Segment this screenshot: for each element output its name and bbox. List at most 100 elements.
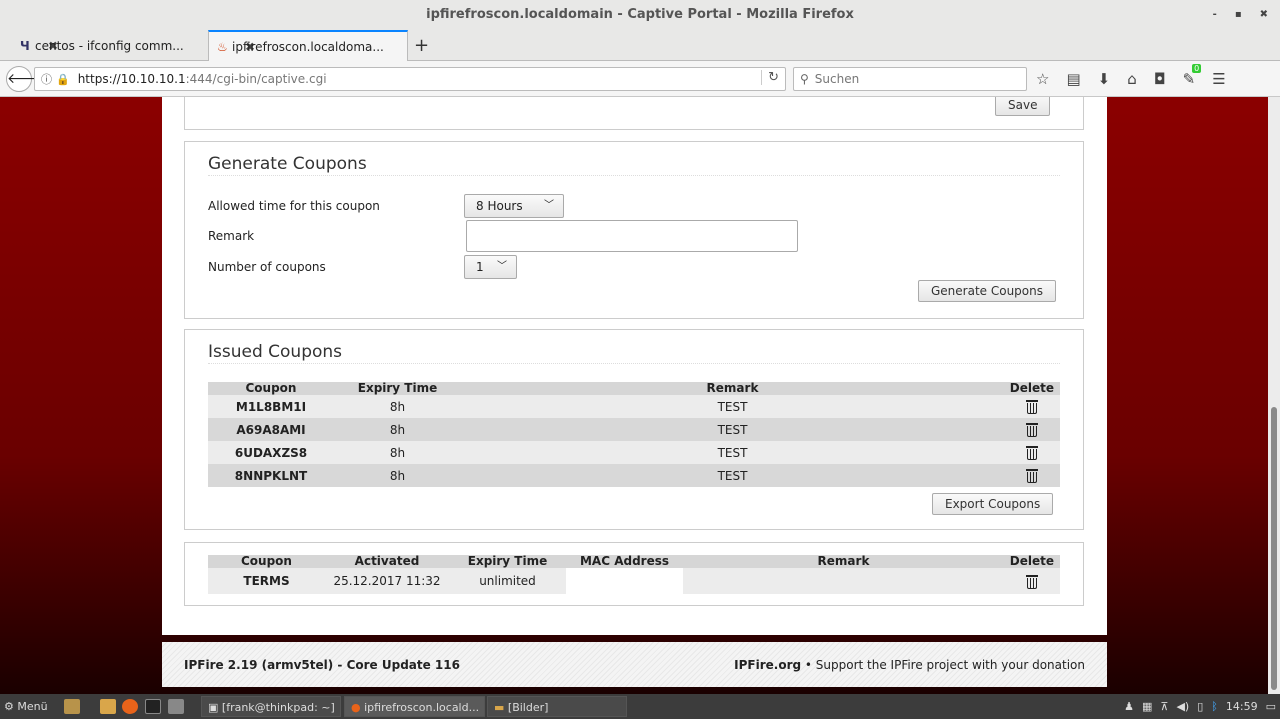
coupon-code: M1L8BM1I — [208, 395, 334, 418]
table-row: 8NNPKLNT 8h TEST — [208, 464, 1060, 487]
remark-input[interactable] — [466, 220, 798, 252]
network-icon[interactable]: ⊼ — [1160, 694, 1168, 719]
close-window-button[interactable]: ✖ — [1260, 0, 1268, 30]
mac-address — [566, 568, 683, 594]
pocket-icon[interactable]: ◘ — [1154, 70, 1166, 88]
coupon-code: TERMS — [208, 568, 325, 594]
addon-badge: 0 — [1192, 64, 1202, 73]
tab-label: ipfirefroscon.localdoma... — [232, 39, 384, 54]
issued-coupons-table: Coupon Expiry Time Remark Delete M1L8BM1… — [208, 382, 1060, 487]
addon-icon[interactable]: ✎ 0 — [1183, 64, 1202, 88]
task-bilder[interactable]: ▬ [Bilder] — [487, 696, 627, 717]
back-arrow-icon[interactable]: 🡐 — [6, 66, 45, 92]
search-input[interactable]: ⚲ Suchen — [793, 67, 1027, 91]
task-label: ipfirefroscon.locald... — [364, 701, 480, 714]
folder-icon: ▬ — [494, 701, 505, 714]
active-coupons-box: Coupon Activated Expiry Time MAC Address… — [184, 542, 1084, 606]
version-text: IPFire 2.19 (armv5tel) - Core Update 116 — [184, 657, 460, 672]
bookmark-star-icon[interactable]: ☆ — [1036, 70, 1049, 88]
search-placeholder: Suchen — [814, 72, 860, 86]
table-header-row: Coupon Activated Expiry Time MAC Address… — [208, 555, 1060, 568]
url-path: :444/cgi-bin/captive.cgi — [185, 72, 327, 86]
table-row: TERMS 25.12.2017 11:32 unlimited — [208, 568, 1060, 594]
scrollbar-thumb[interactable] — [1271, 407, 1277, 690]
user-icon[interactable]: ♟ — [1124, 694, 1134, 719]
battery-icon[interactable]: ▯ — [1197, 694, 1203, 719]
column-header: Coupon — [208, 555, 325, 568]
task-terminal[interactable]: ▣ [frank@thinkpad: ~] — [201, 696, 341, 717]
export-coupons-button[interactable]: Export Coupons — [932, 493, 1054, 515]
generate-coupons-button[interactable]: Generate Coupons — [918, 280, 1057, 302]
column-header: Expiry Time — [449, 555, 566, 568]
tab-bar: Ч centos - ifconfig comm... ✖ ♨ ipfirefr… — [0, 30, 1280, 61]
terminal-launcher-icon[interactable] — [145, 699, 161, 714]
vertical-scrollbar[interactable] — [1268, 97, 1280, 694]
info-icon[interactable]: ⓘ — [41, 71, 52, 87]
tab-ipfire[interactable]: ♨ ipfirefroscon.localdoma... ✖ — [208, 30, 408, 61]
minimize-button[interactable]: - — [1213, 0, 1217, 30]
hamburger-menu-icon[interactable]: ☰ — [1212, 70, 1225, 88]
delete-trash-icon[interactable] — [1026, 468, 1038, 483]
site-favicon-icon: Ч — [20, 38, 30, 53]
folder-launcher-icon[interactable] — [100, 699, 116, 714]
coupon-code: A69A8AMI — [208, 418, 334, 441]
system-tray: ♟ ▦ ⊼ ◀) ▯ ᛒ 14:59 ▭ — [1124, 694, 1276, 719]
expiry-time: 8h — [334, 395, 461, 418]
allowed-time-select[interactable]: 8 Hours ﹀ — [464, 194, 564, 218]
downloads-icon[interactable]: ⬇ — [1098, 70, 1111, 88]
clipboard-icon[interactable]: ▦ — [1142, 694, 1152, 719]
window-controls: - ▪ ✖ — [1213, 0, 1268, 30]
number-of-coupons-value: 1 — [476, 260, 484, 274]
desktop-taskbar: ⚙ Menü ▣ [frank@thinkpad: ~] ● ipfirefro… — [0, 694, 1280, 719]
home-icon[interactable]: ⌂ — [1127, 70, 1137, 88]
bluetooth-icon[interactable]: ᛒ — [1211, 694, 1218, 719]
volume-icon[interactable]: ◀) — [1176, 694, 1189, 719]
column-header: Delete — [1004, 555, 1060, 568]
divider — [208, 363, 1060, 364]
insecure-lock-icon[interactable]: 🔒 — [56, 73, 70, 86]
firefox-launcher-icon[interactable] — [122, 699, 138, 714]
delete-trash-icon[interactable] — [1026, 422, 1038, 437]
activated-time: 25.12.2017 11:32 — [325, 568, 449, 594]
navigation-toolbar: 🡐 ⓘ 🔒 https://10.10.10.1 :444/cgi-bin/ca… — [0, 61, 1280, 97]
tab-centos[interactable]: Ч centos - ifconfig comm... ✖ — [12, 30, 208, 61]
delete-trash-icon[interactable] — [1026, 399, 1038, 414]
issued-coupons-title: Issued Coupons — [208, 342, 343, 362]
issued-coupons-box: Issued Coupons Coupon Expiry Time Remark… — [184, 329, 1084, 530]
maximize-button[interactable]: ▪ — [1235, 0, 1242, 30]
files-launcher-icon[interactable] — [64, 699, 80, 714]
task-firefox[interactable]: ● ipfirefroscon.locald... — [344, 696, 485, 717]
clock[interactable]: 14:59 — [1226, 694, 1258, 719]
app-launcher-icon[interactable] — [168, 699, 184, 714]
tab-label: centos - ifconfig comm... — [35, 38, 184, 53]
table-row: M1L8BM1I 8h TEST — [208, 395, 1060, 418]
search-icon: ⚲ — [800, 72, 809, 86]
show-desktop-icon[interactable]: ▭ — [1266, 694, 1276, 719]
expiry-time: 8h — [334, 418, 461, 441]
coupon-code: 6UDAXZS8 — [208, 441, 334, 464]
number-of-coupons-select[interactable]: 1 ﹀ — [464, 255, 517, 279]
new-tab-button[interactable]: + — [414, 30, 429, 61]
reload-icon[interactable]: ↻ — [761, 70, 779, 85]
table-row: A69A8AMI 8h TEST — [208, 418, 1060, 441]
task-label: [frank@thinkpad: ~] — [221, 701, 335, 714]
remark: TEST — [461, 418, 1004, 441]
start-menu[interactable]: ⚙ Menü — [4, 694, 48, 719]
delete-trash-icon[interactable] — [1026, 574, 1038, 589]
chevron-down-icon: ﹀ — [544, 200, 554, 211]
column-header: Delete — [1004, 382, 1060, 395]
save-button[interactable]: Save — [995, 97, 1051, 116]
reading-list-icon[interactable]: ▤ — [1066, 70, 1080, 88]
column-header: Expiry Time — [334, 382, 461, 395]
ipfire-link[interactable]: IPFire.org — [734, 658, 801, 672]
expiry-time: 8h — [334, 464, 461, 487]
column-header: Coupon — [208, 382, 334, 395]
remark: TEST — [461, 395, 1004, 418]
ipfire-favicon-icon: ♨ — [217, 39, 228, 54]
page-footer: IPFire 2.19 (armv5tel) - Core Update 116… — [162, 642, 1107, 687]
url-bar[interactable]: ⓘ 🔒 https://10.10.10.1 :444/cgi-bin/capt… — [34, 67, 786, 91]
window-title-bar: ipfirefroscon.localdomain - Captive Port… — [0, 0, 1280, 30]
page-viewport: Save Generate Coupons Allowed time for t… — [0, 97, 1280, 694]
delete-trash-icon[interactable] — [1026, 445, 1038, 460]
expiry-time: unlimited — [449, 568, 566, 594]
